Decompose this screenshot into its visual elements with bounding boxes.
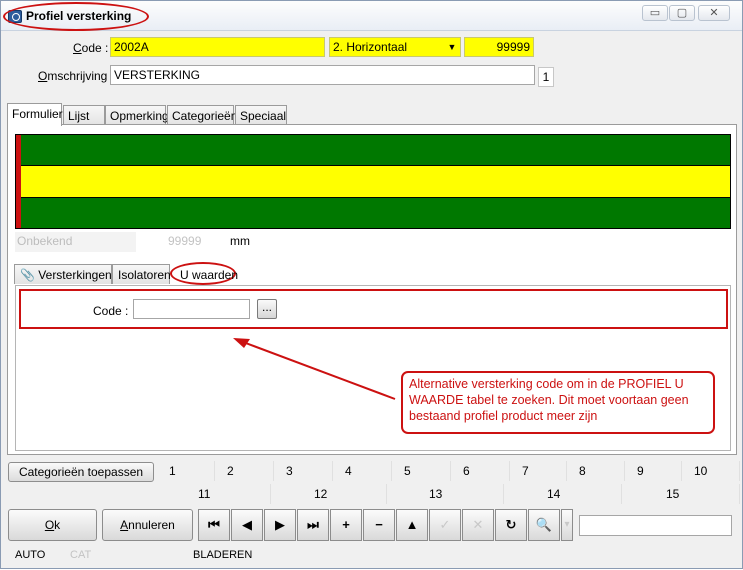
u-code-label: Code : [93,304,129,318]
title-bar[interactable]: Profiel versterking ▭ ▢ ✕ [1,1,742,31]
category-2[interactable]: 2 [215,461,274,481]
confirm-icon[interactable]: ✓ [429,509,461,541]
search-input[interactable] [579,515,732,536]
code-annotation-box: Code : ... [19,289,728,329]
profile-size-value: 99999 [168,234,202,248]
category-10[interactable]: 10 [682,461,740,481]
status-state: BLADEREN [193,549,253,561]
tab-lijst[interactable]: Lijst [63,105,105,125]
first-record-icon[interactable]: ⏮ [198,509,230,541]
category-11[interactable]: 11 [157,484,271,504]
next-record-icon[interactable]: ▶ [264,509,296,541]
subtab-u-waarden[interactable]: U waarden [170,262,238,285]
tab-formulier[interactable]: Formulier [7,103,63,126]
add-record-icon[interactable]: + [330,509,362,541]
category-4[interactable]: 4 [333,461,392,481]
delete-record-icon[interactable]: − [363,509,395,541]
tab-opmerking[interactable]: Opmerking [105,105,169,125]
up-icon[interactable]: ▲ [396,509,428,541]
description-label: Omschrijving : [38,69,115,83]
code-input[interactable]: 2002A [110,37,325,57]
description-counter: 1 [538,67,554,87]
category-12[interactable]: 12 [271,484,387,504]
previous-record-icon[interactable]: ◀ [231,509,263,541]
category-9[interactable]: 9 [625,461,682,481]
profile-red-edge [16,135,21,228]
status-cat: CAT [70,549,92,561]
maximize-button[interactable]: ▢ [669,5,695,21]
profile-unknown-field: Onbekend [15,232,136,252]
refresh-icon[interactable]: ↻ [495,509,527,541]
category-7[interactable]: 7 [510,461,567,481]
last-record-icon[interactable]: ⏭ [297,509,329,541]
profiel-versterking-window: Profiel versterking ▭ ▢ ✕ Code : 2002A 2… [0,0,743,569]
subtab-isolatoren[interactable]: Isolatoren [112,264,171,284]
chevron-down-icon[interactable]: ▼ [445,39,459,55]
close-button[interactable]: ✕ [698,5,730,21]
category-8[interactable]: 8 [567,461,625,481]
browse-button[interactable]: ... [257,299,277,319]
u-code-input[interactable] [133,299,250,319]
profile-yellow-stripe [16,165,730,198]
find-dropdown-icon[interactable]: ▾ [561,509,573,541]
status-mode: AUTO [15,549,46,561]
category-6[interactable]: 6 [451,461,510,481]
ok-button[interactable]: Ok [8,509,97,541]
description-input[interactable]: VERSTERKING [110,65,535,85]
profile-graphic [15,134,731,229]
title-annotation-ellipse [3,2,149,31]
annotation-callout: Alternative versterking code om in de PR… [401,371,715,434]
apply-categories-button[interactable]: Categorieën toepassen [8,462,154,482]
tab-speciaal[interactable]: Speciaal [235,105,287,125]
category-1[interactable]: 1 [157,461,215,481]
profile-unit: mm [230,234,250,248]
category-15[interactable]: 15 [622,484,740,504]
discard-icon[interactable]: ✕ [462,509,494,541]
tab-categorieen[interactable]: Categorieën [167,105,237,125]
code-label: Code : [73,41,109,55]
category-13[interactable]: 13 [387,484,504,504]
direction-value: 2. Horizontaal [333,40,408,54]
binoculars-icon[interactable]: 🔍 [528,509,560,541]
cancel-button[interactable]: Annuleren [102,509,193,541]
minimize-button[interactable]: ▭ [642,5,668,21]
direction-combo[interactable]: 2. Horizontaal ▼ [329,37,461,57]
category-3[interactable]: 3 [274,461,333,481]
subtab-versterkingen[interactable]: 📎 Versterkingen [14,264,112,284]
paperclip-icon: 📎 [20,268,35,282]
number-input[interactable]: 99999 [464,37,534,57]
category-14[interactable]: 14 [504,484,622,504]
category-5[interactable]: 5 [392,461,451,481]
